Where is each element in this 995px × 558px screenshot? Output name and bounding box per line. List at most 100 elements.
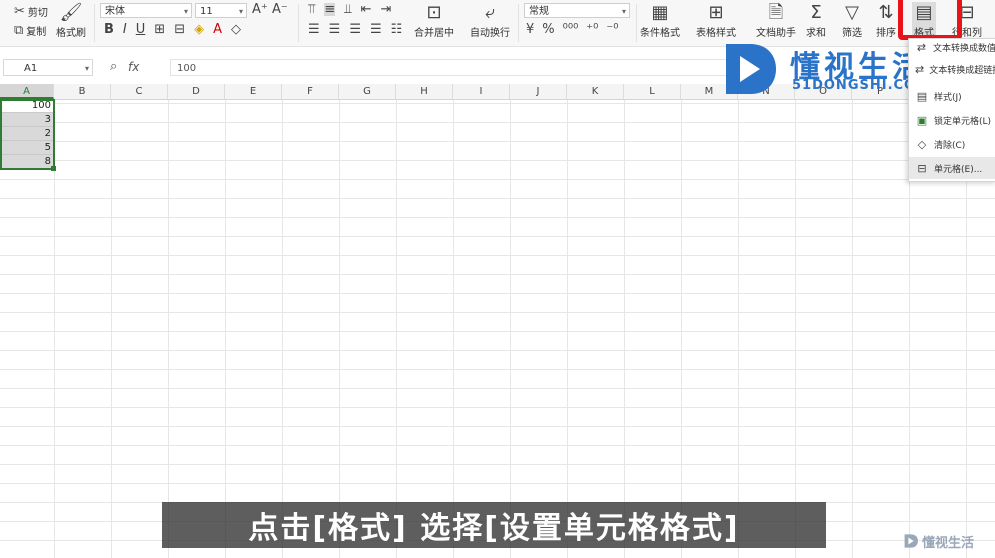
align-center-icon[interactable]: ☰	[329, 23, 341, 36]
format-highlight-box	[898, 0, 962, 40]
decimal-decrease-icon[interactable]: ⁻⁰	[606, 23, 618, 36]
cell-a5[interactable]: 8	[0, 155, 54, 169]
align-middle-icon[interactable]: ≡	[324, 3, 336, 16]
column-header-c[interactable]: C	[111, 84, 168, 99]
indent-increase-icon[interactable]: ⇥	[380, 3, 391, 16]
watermark-logo-icon	[904, 534, 918, 548]
brush-icon: 🖌	[59, 2, 83, 23]
convert-icon: ⇄	[916, 40, 927, 54]
conditional-format-icon: ▦	[651, 2, 669, 23]
column-header-k[interactable]: K	[567, 84, 624, 99]
document-icon: 🗎	[768, 2, 784, 23]
menu-item-lock-cell[interactable]: ▣ 锁定单元格(L)	[909, 109, 995, 131]
align-left-icon[interactable]: ☰	[308, 23, 320, 36]
filter-button[interactable]: ▽ 筛选	[842, 2, 862, 40]
column-header-d[interactable]: D	[168, 84, 225, 99]
format-cells-icon: ⊟	[917, 161, 927, 175]
font-decrease-icon: A⁻	[272, 2, 288, 17]
font-grow-button[interactable]: A⁺	[252, 3, 268, 16]
merge-center-icon: ⊡	[426, 2, 442, 23]
subtitle-caption: 点击[格式] 选择[设置单元格格式]	[162, 502, 826, 548]
lock-cell-icon: ▣	[916, 113, 928, 127]
fill-handle[interactable]	[51, 166, 56, 171]
indent-decrease-icon[interactable]: ⇤	[361, 3, 372, 16]
justify-icon[interactable]: ☰	[370, 23, 382, 36]
format-dropdown-menu: ⇄ 文本转换成数值 ⇄ 文本转换成超链接 ▤ 样式(J) ▣ 锁定单元格(L) …	[908, 38, 995, 182]
table-style-icon: ⊞	[708, 2, 724, 23]
eraser-icon[interactable]: ◇	[231, 23, 241, 36]
link-icon: ⇄	[915, 62, 925, 76]
column-header-h[interactable]: H	[396, 84, 453, 99]
cell-a3[interactable]: 2	[0, 127, 54, 141]
zoom-icon[interactable]: ⌕	[110, 59, 117, 74]
column-header-b[interactable]: B	[54, 84, 111, 99]
sum-button[interactable]: Σ 求和	[806, 2, 826, 40]
scissors-icon: ✂	[14, 4, 25, 19]
chevron-down-icon: ▾	[183, 7, 188, 16]
underline-icon[interactable]: U	[136, 23, 146, 36]
chevron-down-icon: ▾	[621, 7, 626, 16]
align-top-icon[interactable]: ⫪	[308, 3, 315, 16]
menu-item-text-to-link[interactable]: ⇄ 文本转换成超链接	[909, 61, 995, 77]
font-name-select[interactable]: 宋体 ▾	[100, 3, 192, 18]
column-header-f[interactable]: F	[282, 84, 339, 99]
table-style-button[interactable]: ⊞ 表格样式	[696, 2, 736, 40]
menu-item-clear[interactable]: ◇ 清除(C)	[909, 133, 995, 155]
number-format-group: ¥ % ⁰⁰⁰ ⁺⁰ ⁻⁰	[526, 23, 618, 36]
sheet-grid[interactable]	[0, 84, 995, 558]
number-format-select[interactable]: 常规 ▾	[524, 3, 630, 18]
horizontal-align-group: ☰ ☰ ☰ ☰ ☷	[308, 23, 402, 36]
currency-icon[interactable]: ¥	[526, 23, 534, 36]
doc-assistant-button[interactable]: 🗎 文档助手	[756, 2, 796, 40]
fx-icon[interactable]: fx	[128, 60, 139, 74]
vertical-align-group: ⫪ ≡ ⫫ ⇤ ⇥	[308, 3, 391, 16]
italic-icon[interactable]: I	[123, 23, 127, 36]
cell-a2[interactable]: 3	[0, 113, 54, 127]
font-shrink-button[interactable]: A⁻	[272, 3, 288, 16]
column-header-i[interactable]: I	[453, 84, 510, 99]
cell-a1[interactable]: 100	[0, 99, 54, 113]
name-box[interactable]: A1 ▾	[3, 59, 93, 76]
merge-cells-icon[interactable]: ⊟	[174, 23, 185, 36]
chevron-down-icon: ▾	[84, 64, 89, 73]
menu-item-format-cells[interactable]: ⊟ 单元格(E)...	[909, 157, 995, 179]
chevron-down-icon: ▾	[238, 7, 243, 16]
style-icon: ▤	[916, 89, 928, 103]
thousands-icon[interactable]: ⁰⁰⁰	[563, 23, 579, 36]
eraser-icon: ◇	[917, 137, 927, 151]
border-icon[interactable]: ⊞	[154, 23, 165, 36]
logo-mark-icon	[726, 44, 776, 94]
bold-icon[interactable]: B	[104, 23, 114, 36]
percent-icon[interactable]: %	[542, 23, 554, 36]
cell-a4[interactable]: 5	[0, 141, 54, 155]
watermark: 懂视生活	[903, 526, 993, 556]
sort-button[interactable]: ⇅ 排序	[876, 2, 896, 40]
divider	[94, 4, 95, 42]
column-header-e[interactable]: E	[225, 84, 282, 99]
cut-button[interactable]: ✂ 剪切	[14, 4, 48, 19]
column-header-l[interactable]: L	[624, 84, 681, 99]
sort-icon: ⇅	[878, 2, 894, 23]
column-header-j[interactable]: J	[510, 84, 567, 99]
copy-icon: ⧉	[14, 23, 24, 38]
decimal-increase-icon[interactable]: ⁺⁰	[586, 23, 598, 36]
merge-center-button[interactable]: ⊡ 合并居中	[414, 2, 454, 40]
format-painter-button[interactable]: 🖌 格式刷	[56, 2, 86, 40]
column-header-g[interactable]: G	[339, 84, 396, 99]
align-bottom-icon[interactable]: ⫫	[344, 3, 351, 16]
font-style-group: B I U ⊞ ⊟ ◈ A ◇	[104, 23, 241, 36]
filter-icon: ▽	[845, 2, 859, 23]
fill-color-icon[interactable]: ◈	[194, 23, 204, 36]
copy-button[interactable]: ⧉ 复制	[14, 23, 46, 38]
auto-wrap-button[interactable]: ⤶ 自动换行	[470, 2, 510, 40]
align-right-icon[interactable]: ☰	[349, 23, 361, 36]
menu-item-style[interactable]: ▤ 样式(J)	[909, 85, 995, 107]
font-color-icon[interactable]: A	[213, 23, 222, 36]
distributed-icon[interactable]: ☷	[391, 23, 403, 36]
menu-item-text-to-number[interactable]: ⇄ 文本转换成数值	[909, 39, 995, 55]
conditional-format-button[interactable]: ▦ 条件格式	[640, 2, 680, 40]
divider	[298, 4, 299, 42]
formula-input[interactable]: 100	[170, 59, 730, 76]
column-header-a[interactable]: A	[0, 84, 54, 99]
font-size-select[interactable]: 11 ▾	[195, 3, 247, 18]
